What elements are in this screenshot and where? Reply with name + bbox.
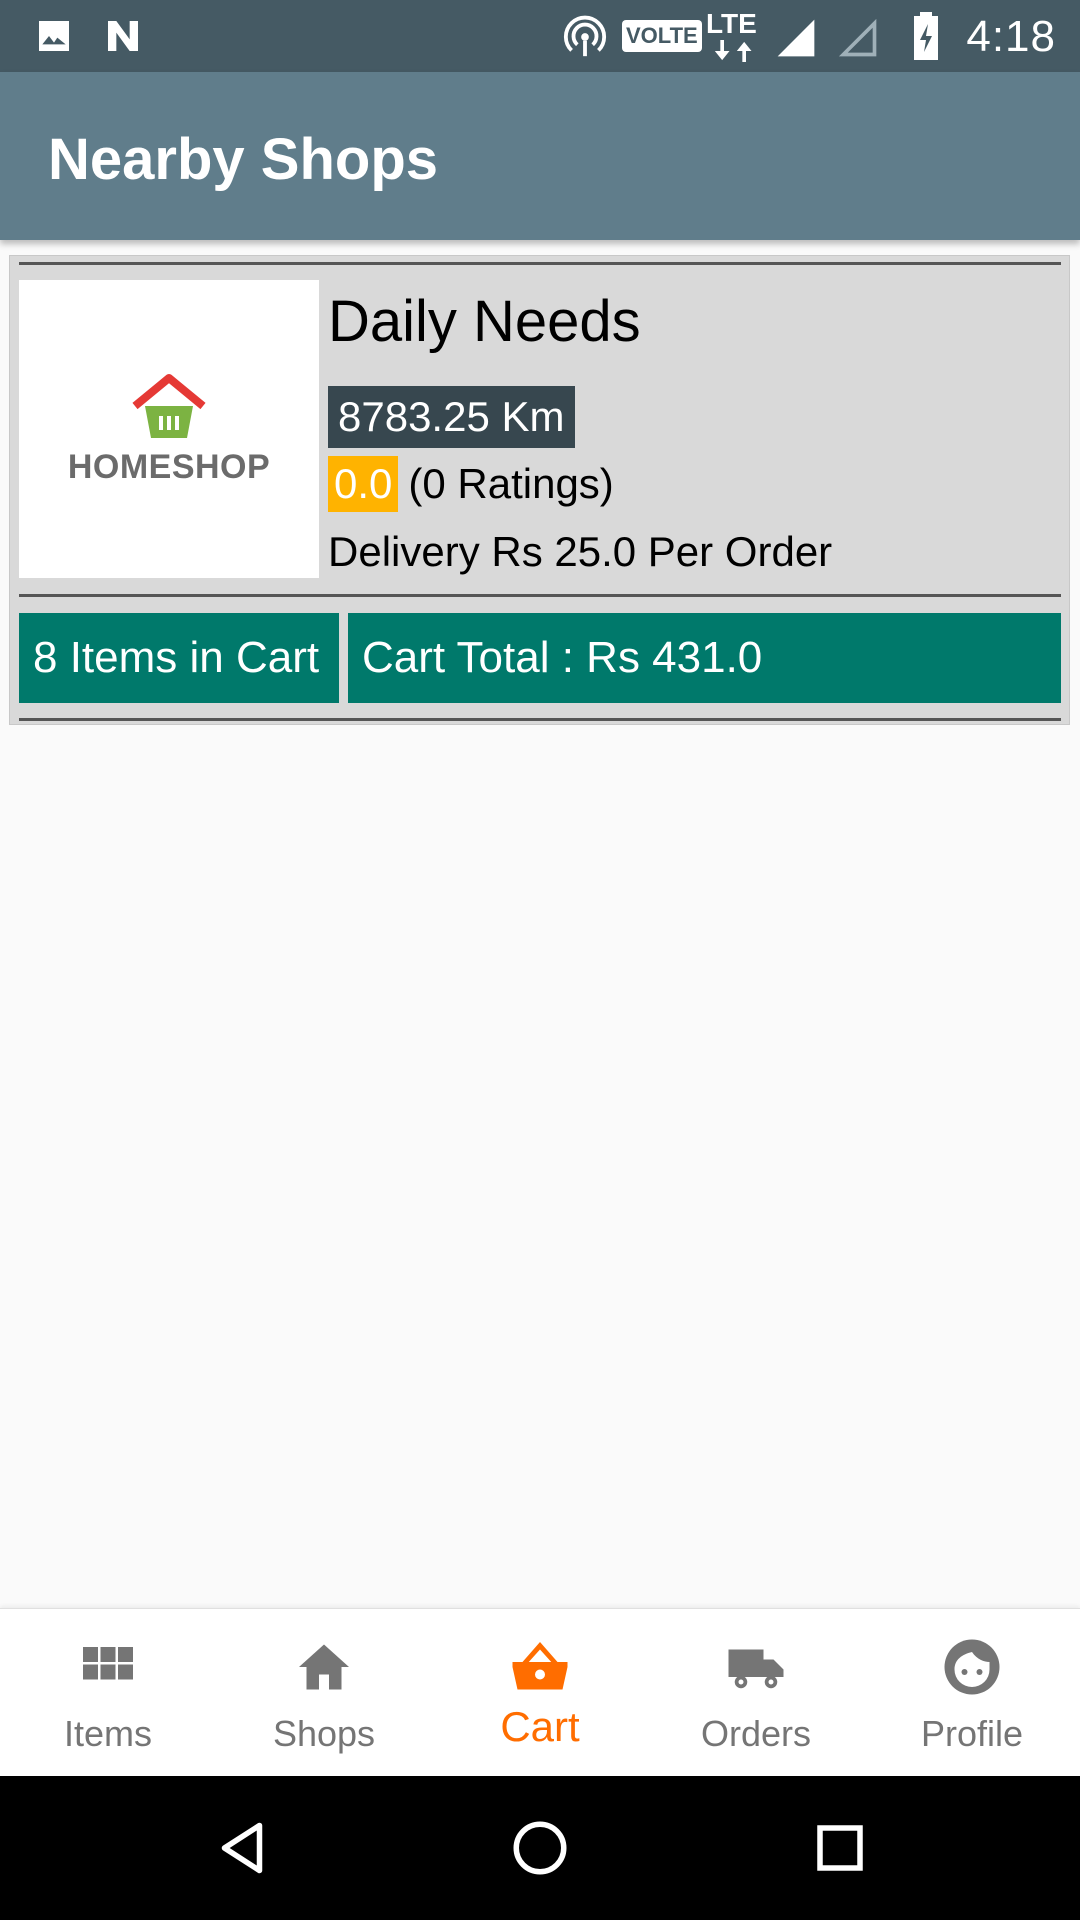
ratings-count: (0 Ratings) xyxy=(408,460,614,507)
delivery-charge: Delivery Rs 25.0 Per Order xyxy=(328,528,833,575)
rating-badge: 0.0 xyxy=(328,456,399,512)
nav-orders[interactable]: Orders xyxy=(648,1609,864,1777)
lte-arrows-icon xyxy=(714,40,752,62)
page-title: Nearby Shops xyxy=(48,127,438,192)
face-icon xyxy=(944,1639,1000,1695)
system-navigation-bar xyxy=(0,1776,1080,1920)
signal-full-icon xyxy=(777,19,815,57)
nav-label: Items xyxy=(63,1713,152,1754)
back-icon[interactable] xyxy=(212,1818,272,1878)
logo-text: HOMESHOP xyxy=(67,448,271,486)
nav-profile[interactable]: Profile xyxy=(864,1609,1080,1777)
nav-label: Orders xyxy=(700,1713,812,1754)
nav-cart[interactable]: Cart xyxy=(432,1609,648,1777)
distance-badge: 8783.25 Km xyxy=(328,386,575,448)
divider xyxy=(19,262,1061,265)
basket-house-logo-icon xyxy=(132,374,206,438)
nav-shops[interactable]: Shops xyxy=(216,1609,432,1777)
image-notification-icon xyxy=(39,21,69,51)
nav-label: Profile xyxy=(920,1713,1024,1754)
truck-icon xyxy=(728,1649,784,1689)
signal-empty-icon xyxy=(838,18,877,57)
status-bar: VOLTE LTE 4:18 xyxy=(0,0,1080,72)
n-logo-icon xyxy=(108,21,138,51)
shop-name: Daily Needs xyxy=(328,289,641,354)
cart-items-button[interactable]: 8 Items in Cart xyxy=(19,613,339,703)
divider xyxy=(19,718,1061,721)
shop-card[interactable]: HOMESHOP Daily Needs 8783.25 Km 0.0 (0 Ra… xyxy=(9,255,1070,725)
nav-label: Shops xyxy=(272,1713,376,1754)
volte-badge: VOLTE xyxy=(622,20,702,52)
home-icon xyxy=(299,1644,349,1690)
clock: 4:18 xyxy=(966,12,1056,61)
nav-label: Cart xyxy=(500,1703,580,1750)
divider xyxy=(19,594,1061,597)
rating-row: 0.0 (0 Ratings) xyxy=(328,456,614,512)
recents-icon[interactable] xyxy=(810,1818,870,1878)
home-circle-icon[interactable] xyxy=(510,1818,570,1878)
nav-items[interactable]: Items xyxy=(0,1609,216,1777)
app-bar: Nearby Shops xyxy=(0,72,1080,240)
cart-total-button[interactable]: Cart Total : Rs 431.0 xyxy=(348,613,1061,703)
battery-charging-icon xyxy=(914,12,938,60)
grid-icon xyxy=(83,1647,133,1680)
shop-logo: HOMESHOP xyxy=(19,280,319,578)
lte-label: LTE xyxy=(706,8,757,39)
basket-icon xyxy=(512,1642,568,1690)
hotspot-icon xyxy=(563,15,607,57)
bottom-navigation: Items Shops Cart Orders Profile xyxy=(0,1608,1080,1776)
